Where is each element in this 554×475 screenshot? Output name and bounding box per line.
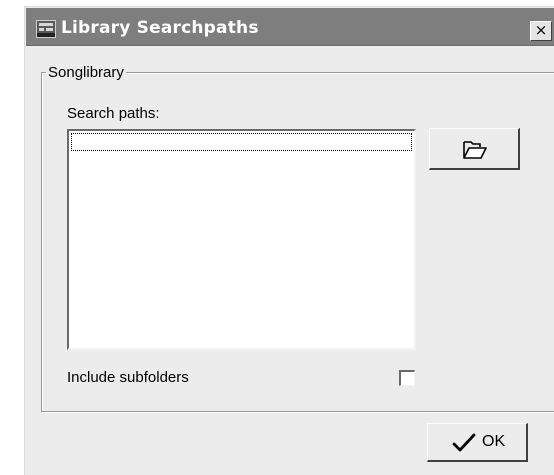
include-subfolders-label: Include subfolders <box>67 369 189 386</box>
include-subfolders-checkbox[interactable] <box>399 370 415 386</box>
title-bar[interactable]: Library Searchpaths × <box>26 8 554 46</box>
dialog-window: Library Searchpaths × Songlibrary Search… <box>24 6 554 475</box>
ok-button[interactable]: OK <box>427 423 528 462</box>
groupbox-label: Songlibrary <box>46 64 126 81</box>
list-focus-row[interactable] <box>71 133 412 151</box>
window-title: Library Searchpaths <box>61 18 259 38</box>
close-button[interactable]: × <box>530 21 552 41</box>
browse-folder-button[interactable] <box>429 128 520 170</box>
folder-open-icon <box>463 141 487 159</box>
app-icon <box>36 20 56 38</box>
search-paths-list[interactable] <box>67 129 416 350</box>
search-paths-label: Search paths: <box>67 105 160 122</box>
ok-button-label: OK <box>482 433 506 450</box>
checkmark-icon <box>452 433 476 452</box>
